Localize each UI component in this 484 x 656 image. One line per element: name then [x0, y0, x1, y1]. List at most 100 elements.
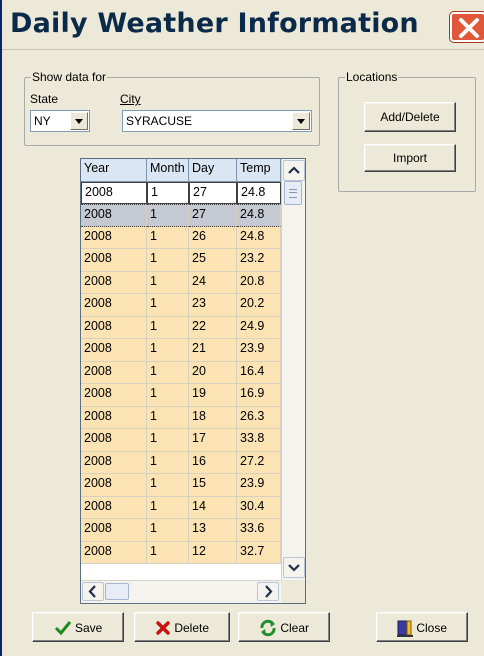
table-cell: 2008 — [81, 474, 147, 497]
table-cell: 1 — [147, 339, 189, 362]
table-cell: 1 — [147, 406, 189, 429]
edit-row[interactable]: 2008 1 27 24.8 — [81, 181, 281, 204]
table-cell: 1 — [147, 204, 189, 227]
table-cell: 1 — [147, 541, 189, 564]
table-cell: 1 — [147, 474, 189, 497]
table-cell: 1 — [147, 451, 189, 474]
add-delete-button[interactable]: Add/Delete — [364, 102, 456, 132]
table-row[interactable]: 2008 1 15 23.9 — [81, 474, 281, 497]
table-cell: 14 — [189, 496, 237, 519]
table-cell: 15 — [189, 474, 237, 497]
table-row[interactable]: 2008 1 17 33.8 — [81, 429, 281, 452]
scrollbar-corner — [281, 580, 305, 603]
title-bar[interactable]: Daily Weather Information — [2, 0, 484, 50]
city-select-value: SYRACUSE — [126, 114, 193, 128]
column-header: Day — [189, 159, 237, 182]
weather-data-grid[interactable]: Year Month Day Temp 2008 1 27 24.8 2008 1 27 24.8 20… — [80, 158, 306, 604]
table-row[interactable]: 2008 1 24 20.8 — [81, 271, 281, 294]
table-cell: 2008 — [81, 429, 147, 452]
table-row[interactable]: 2008 1 22 24.9 — [81, 316, 281, 339]
table-cell: 20.8 — [237, 271, 281, 294]
table-row[interactable]: 2008 1 25 23.2 — [81, 249, 281, 272]
table-cell: 13 — [189, 519, 237, 542]
state-label: State — [30, 92, 59, 106]
city-select[interactable]: SYRACUSE — [122, 110, 312, 132]
table-cell: 24.8 — [237, 226, 281, 249]
table-cell: 2008 — [81, 541, 147, 564]
table-cell: 26 — [189, 226, 237, 249]
delete-label: Delete — [174, 620, 210, 635]
edit-cell[interactable]: 24.8 — [237, 181, 281, 204]
table-cell: 12 — [189, 541, 237, 564]
city-label: City — [120, 92, 141, 106]
table-row[interactable]: 2008 1 19 16.9 — [81, 384, 281, 407]
column-header: Year — [81, 159, 147, 182]
table-cell: 18 — [189, 406, 237, 429]
table-cell: 2008 — [81, 361, 147, 384]
table-row[interactable]: 2008 1 16 27.2 — [81, 451, 281, 474]
checkmark-icon — [54, 620, 71, 636]
import-button[interactable]: Import — [364, 144, 456, 172]
table-row[interactable]: 2008 1 21 23.9 — [81, 339, 281, 362]
table-cell: 24.9 — [237, 316, 281, 339]
horizontal-scroll-thumb[interactable] — [105, 583, 129, 600]
delete-button[interactable]: Delete — [134, 612, 230, 642]
clear-button[interactable]: Clear — [238, 612, 330, 642]
chevron-left-icon — [88, 585, 96, 598]
edit-cell[interactable]: 27 — [189, 181, 237, 204]
table-cell: 1 — [147, 316, 189, 339]
state-select-value: NY — [34, 114, 51, 128]
scroll-down-button[interactable] — [283, 557, 305, 578]
table-cell: 24 — [189, 271, 237, 294]
close-button[interactable]: Close — [376, 612, 468, 642]
table-row[interactable]: 2008 1 13 33.6 — [81, 519, 281, 542]
table-cell: 27 — [189, 204, 237, 227]
scroll-up-button[interactable] — [283, 160, 305, 181]
table-row[interactable]: 2008 1 18 26.3 — [81, 406, 281, 429]
table-cell: 1 — [147, 519, 189, 542]
scroll-thumb[interactable] — [284, 181, 302, 205]
window-title: Daily Weather Information — [10, 8, 419, 39]
window-close-button[interactable] — [450, 12, 484, 42]
table-cell: 16.4 — [237, 361, 281, 384]
state-select[interactable]: NY — [30, 110, 90, 132]
vertical-scrollbar[interactable] — [281, 159, 305, 580]
table-cell: 23.9 — [237, 474, 281, 497]
scroll-left-button[interactable] — [82, 582, 104, 601]
table-cell: 22 — [189, 316, 237, 339]
table-cell: 1 — [147, 361, 189, 384]
table-row[interactable]: 2008 1 27 24.8 — [81, 204, 281, 227]
table-cell: 1 — [147, 384, 189, 407]
table-cell: 20.2 — [237, 294, 281, 317]
show-data-legend: Show data for — [32, 70, 107, 84]
table-cell: 2008 — [81, 204, 147, 227]
save-button[interactable]: Save — [32, 612, 124, 642]
table-cell: 21 — [189, 339, 237, 362]
table-cell: 1 — [147, 249, 189, 272]
table-cell: 24.8 — [237, 204, 281, 227]
edit-cell[interactable]: 1 — [147, 181, 189, 204]
table-cell: 2008 — [81, 249, 147, 272]
chevron-down-icon[interactable] — [70, 112, 88, 130]
chevron-down-icon — [288, 564, 300, 572]
scroll-right-button[interactable] — [257, 582, 279, 601]
table-cell: 30.4 — [237, 496, 281, 519]
refresh-icon — [260, 619, 276, 637]
edit-cell[interactable]: 2008 — [81, 181, 147, 204]
table-row[interactable]: 2008 1 26 24.8 — [81, 226, 281, 249]
table-cell: 2008 — [81, 384, 147, 407]
chevron-down-icon[interactable] — [292, 112, 310, 130]
table-cell: 33.6 — [237, 519, 281, 542]
table-row[interactable]: 2008 1 14 30.4 — [81, 496, 281, 519]
table-cell: 2008 — [81, 339, 147, 362]
table-row[interactable]: 2008 1 23 20.2 — [81, 294, 281, 317]
chevron-up-icon — [288, 166, 300, 174]
close-label: Close — [416, 620, 448, 635]
table-row[interactable]: 2008 1 12 32.7 — [81, 541, 281, 564]
table-cell: 1 — [147, 294, 189, 317]
table-cell: 2008 — [81, 406, 147, 429]
horizontal-scrollbar[interactable] — [81, 580, 281, 603]
header-row[interactable]: Year Month Day Temp — [81, 159, 281, 182]
chevron-right-icon — [265, 585, 273, 598]
table-row[interactable]: 2008 1 20 16.4 — [81, 361, 281, 384]
